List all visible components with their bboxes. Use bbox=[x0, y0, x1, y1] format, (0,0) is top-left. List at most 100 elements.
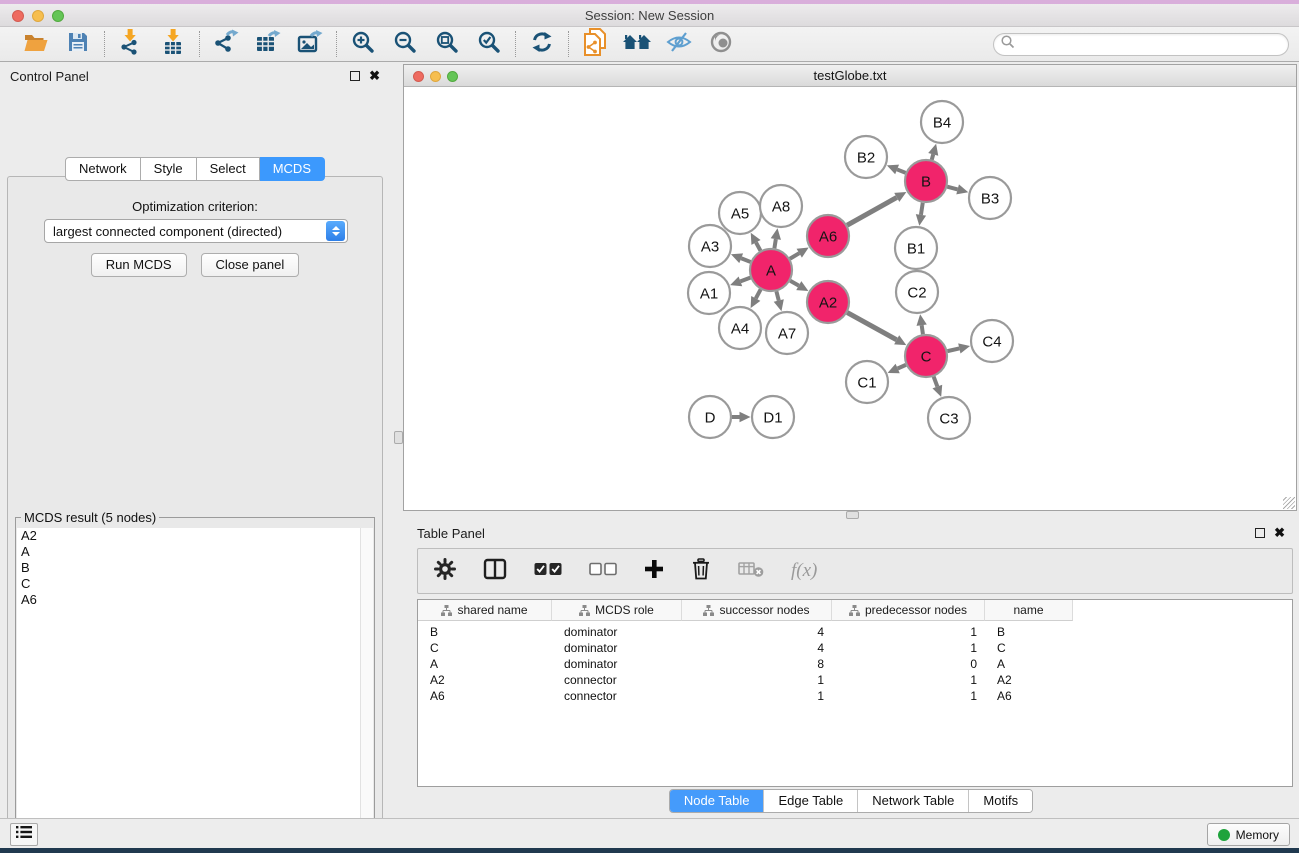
graph-edge[interactable] bbox=[932, 154, 933, 159]
tab-network[interactable]: Network bbox=[65, 157, 141, 181]
graph-edge[interactable] bbox=[847, 197, 897, 225]
mcds-result-list[interactable]: A2ABCA6 bbox=[17, 528, 361, 853]
graph-edge[interactable] bbox=[774, 239, 775, 248]
table-cell[interactable]: 1 bbox=[832, 672, 985, 688]
table-cell[interactable]: 8 bbox=[682, 656, 832, 672]
table-cell[interactable]: dominator bbox=[552, 656, 682, 672]
list-item[interactable]: A2 bbox=[17, 528, 361, 544]
list-item[interactable]: A6 bbox=[17, 592, 361, 608]
zoom-in-button[interactable] bbox=[350, 31, 376, 57]
open-file-button[interactable] bbox=[23, 31, 49, 57]
close-table-panel-icon[interactable]: ✖ bbox=[1274, 528, 1285, 538]
graph-edge[interactable] bbox=[921, 203, 923, 215]
close-panel-icon[interactable]: ✖ bbox=[369, 71, 380, 81]
float-table-panel-icon[interactable] bbox=[1255, 528, 1265, 538]
add-row-button[interactable] bbox=[644, 558, 664, 584]
table-cell[interactable]: A2 bbox=[418, 672, 552, 688]
tab-edge-table[interactable]: Edge Table bbox=[763, 790, 857, 812]
network-minimize-button[interactable] bbox=[430, 71, 441, 82]
vertical-splitter-handle[interactable] bbox=[394, 431, 403, 444]
minimize-window-button[interactable] bbox=[32, 10, 44, 22]
column-header-MCDS-role[interactable]: MCDS role bbox=[552, 600, 682, 621]
list-item[interactable]: A bbox=[17, 544, 361, 560]
table-cell[interactable]: A2 bbox=[985, 672, 1073, 688]
table-cell[interactable]: A6 bbox=[985, 688, 1073, 704]
task-history-button[interactable] bbox=[10, 823, 38, 846]
graph-edge[interactable] bbox=[847, 313, 896, 340]
table-cell[interactable]: 1 bbox=[832, 640, 985, 656]
import-table-button[interactable] bbox=[160, 31, 186, 57]
table-cell[interactable]: B bbox=[418, 624, 552, 640]
graph-edge[interactable] bbox=[934, 377, 938, 387]
table-cell[interactable]: connector bbox=[552, 672, 682, 688]
table-settings-button[interactable] bbox=[434, 558, 456, 584]
deselect-all-button[interactable] bbox=[589, 558, 617, 584]
tab-node-table[interactable]: Node Table bbox=[670, 790, 764, 812]
column-header-predecessor-nodes[interactable]: predecessor nodes bbox=[832, 600, 985, 621]
column-header-successor-nodes[interactable]: successor nodes bbox=[682, 600, 832, 621]
memory-button[interactable]: Memory bbox=[1207, 823, 1290, 846]
close-panel-button[interactable]: Close panel bbox=[201, 253, 300, 277]
delete-rows-button[interactable] bbox=[691, 558, 711, 584]
export-table-button[interactable] bbox=[255, 31, 281, 57]
table-cell[interactable]: A bbox=[985, 656, 1073, 672]
table-cell[interactable]: 4 bbox=[682, 624, 832, 640]
tab-select[interactable]: Select bbox=[197, 157, 260, 181]
graph-edge[interactable] bbox=[790, 253, 799, 259]
table-row[interactable]: Cdominator41C bbox=[418, 640, 1292, 656]
table-cell[interactable]: 1 bbox=[682, 688, 832, 704]
zoom-selected-button[interactable] bbox=[476, 31, 502, 57]
table-row[interactable]: A2connector11A2 bbox=[418, 672, 1292, 688]
mcds-list-scrollbar[interactable] bbox=[360, 528, 373, 853]
table-cell[interactable]: C bbox=[418, 640, 552, 656]
network-zoom-button[interactable] bbox=[447, 71, 458, 82]
table-row[interactable]: Bdominator41B bbox=[418, 624, 1292, 640]
toggle-columns-button[interactable] bbox=[483, 558, 507, 584]
homes-button[interactable] bbox=[624, 31, 650, 57]
export-network-button[interactable] bbox=[213, 31, 239, 57]
graph-edge[interactable] bbox=[898, 365, 906, 369]
graph-edge[interactable] bbox=[947, 187, 957, 190]
close-window-button[interactable] bbox=[12, 10, 24, 22]
float-panel-icon[interactable] bbox=[350, 71, 360, 81]
export-image-button[interactable] bbox=[297, 31, 323, 57]
column-header-name[interactable]: name bbox=[985, 600, 1073, 621]
network-window-titlebar[interactable]: testGlobe.txt bbox=[404, 65, 1296, 87]
table-row[interactable]: Adominator80A bbox=[418, 656, 1292, 672]
network-close-button[interactable] bbox=[413, 71, 424, 82]
table-cell[interactable]: 1 bbox=[832, 688, 985, 704]
network-file-button[interactable] bbox=[582, 31, 608, 57]
graph-edge[interactable] bbox=[947, 348, 959, 351]
graph-edge[interactable] bbox=[922, 325, 923, 334]
table-cell[interactable]: B bbox=[985, 624, 1073, 640]
graph-edge[interactable] bbox=[740, 278, 750, 282]
column-header-shared-name[interactable]: shared name bbox=[418, 600, 552, 621]
table-cell[interactable]: A bbox=[418, 656, 552, 672]
list-item[interactable]: C bbox=[17, 576, 361, 592]
graph-edge[interactable] bbox=[756, 289, 761, 298]
save-session-button[interactable] bbox=[65, 31, 91, 57]
tab-mcds[interactable]: MCDS bbox=[260, 157, 325, 181]
table-cell[interactable]: connector bbox=[552, 688, 682, 704]
graph-edge[interactable] bbox=[756, 242, 760, 250]
table-cell[interactable]: 0 bbox=[832, 656, 985, 672]
table-cell[interactable]: dominator bbox=[552, 640, 682, 656]
horizontal-splitter-handle[interactable] bbox=[846, 511, 859, 519]
table-cell[interactable]: A6 bbox=[418, 688, 552, 704]
run-mcds-button[interactable]: Run MCDS bbox=[91, 253, 187, 277]
window-resize-grip[interactable] bbox=[1283, 497, 1295, 509]
tab-network-table[interactable]: Network Table bbox=[857, 790, 968, 812]
network-canvas[interactable]: B4B2BB3A5A8A6A3AB1A1A4A7A2C2CC4C1C3DD1 bbox=[404, 87, 1296, 510]
table-cell[interactable]: dominator bbox=[552, 624, 682, 640]
search-field[interactable] bbox=[993, 33, 1289, 56]
hide-eye-button[interactable] bbox=[666, 31, 692, 57]
tab-style[interactable]: Style bbox=[141, 157, 197, 181]
delete-table-button[interactable] bbox=[738, 558, 764, 584]
import-network-button[interactable] bbox=[118, 31, 144, 57]
graph-edge[interactable] bbox=[741, 258, 750, 262]
table-cell[interactable]: 1 bbox=[682, 672, 832, 688]
refresh-button[interactable] bbox=[529, 31, 555, 57]
table-row[interactable]: A6connector11A6 bbox=[418, 688, 1292, 704]
tab-motifs[interactable]: Motifs bbox=[968, 790, 1032, 812]
graph-edge[interactable] bbox=[776, 291, 778, 300]
